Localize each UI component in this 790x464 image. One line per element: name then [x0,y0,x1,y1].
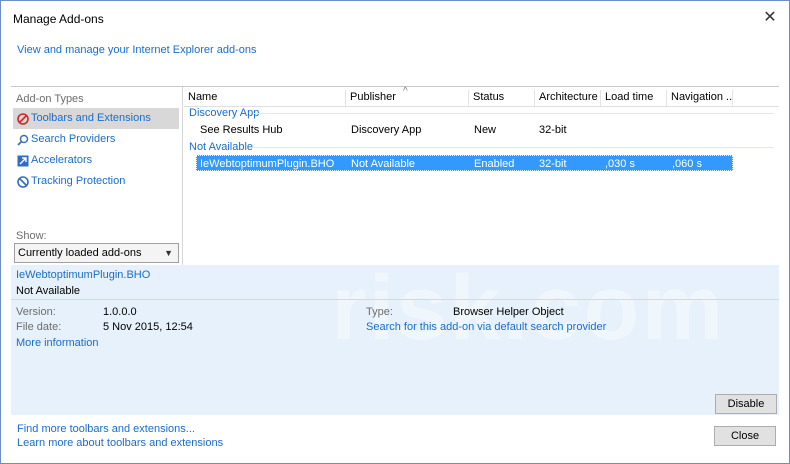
cell-architecture: 32-bit [539,158,567,170]
type-label: Toolbars and Extensions [31,112,151,124]
show-select-value: Currently loaded add-ons [18,247,142,259]
intro-link[interactable]: View and manage your Internet Explorer a… [17,44,257,56]
close-button[interactable]: Close [714,426,776,446]
group-divider [254,113,774,114]
table-row-selected[interactable]: IeWebtoptimumPlugin.BHO Not Available En… [196,155,733,171]
col-navigation[interactable]: Navigation ... [667,90,733,106]
col-load-time[interactable]: Load time [601,90,667,106]
cell-status: Enabled [474,158,515,170]
cell-publisher: Not Available [351,158,416,170]
version-label: Version: [16,306,56,318]
addon-types-list: Toolbars and Extensions Search Providers… [13,108,179,192]
col-architecture[interactable]: Architecture [535,90,601,106]
cell-name: IeWebtoptimumPlugin.BHO [200,158,335,170]
search-addon-link[interactable]: Search for this add-on via default searc… [366,321,606,333]
cell-navigation: ,060 s [672,158,702,170]
chevron-down-icon: ▼ [164,248,173,258]
type-label: Accelerators [31,154,93,166]
grid-header: Name Publisher ^ Status Architecture Loa… [184,86,779,107]
type-value: Browser Helper Object [453,306,564,318]
window-title: Manage Add-ons [13,12,104,26]
type-accelerators[interactable]: Accelerators [13,150,179,171]
cell-name: See Results Hub [200,124,283,136]
addons-grid: Name Publisher ^ Status Architecture Loa… [184,86,779,265]
group-header: Not Available [189,141,254,153]
close-icon[interactable]: ✕ [759,7,781,29]
cell-publisher: Discovery App [351,124,422,136]
search-icon [16,133,29,146]
details-publisher: Not Available [16,285,81,297]
toolbar-icon [16,112,29,125]
type-toolbars-and-extensions[interactable]: Toolbars and Extensions [13,108,179,129]
title-bar: Manage Add-ons ✕ [1,1,789,35]
cell-status: New [474,124,497,136]
find-more-link[interactable]: Find more toolbars and extensions... [17,422,223,436]
learn-more-link[interactable]: Learn more about toolbars and extensions [17,436,223,450]
type-label: Type: [366,306,393,318]
divider [11,299,779,300]
group-divider [254,147,774,148]
col-name[interactable]: Name [184,90,346,106]
file-date-value: 5 Nov 2015, 12:54 [103,321,193,333]
version-value: 1.0.0.0 [103,306,137,318]
type-search-providers[interactable]: Search Providers [13,129,179,150]
file-date-label: File date: [16,321,62,333]
type-label: Tracking Protection [31,175,126,187]
footer-links: Find more toolbars and extensions... Lea… [17,422,223,450]
details-addon-name: IeWebtoptimumPlugin.BHO [16,269,151,281]
show-label: Show: [16,230,47,242]
table-row[interactable]: See Results Hub Discovery App New 32-bit [196,122,733,138]
tracking-protection-icon [16,175,29,188]
more-information-link[interactable]: More information [16,337,99,349]
disable-button[interactable]: Disable [715,394,777,414]
accelerator-icon [16,154,29,167]
addon-types-panel: Add-on Types Toolbars and Extensions Sea… [11,87,183,265]
col-status[interactable]: Status [469,90,535,106]
manage-addons-window: Manage Add-ons ✕ View and manage your In… [0,0,790,464]
show-select[interactable]: Currently loaded add-ons ▼ [14,243,179,263]
cell-architecture: 32-bit [539,124,567,136]
group-header: Discovery App [189,107,260,119]
type-label: Search Providers [31,133,116,145]
type-tracking-protection[interactable]: Tracking Protection [13,171,179,192]
addon-types-heading: Add-on Types [16,93,84,105]
sort-caret-icon: ^ [403,86,408,97]
cell-load-time: ,030 s [605,158,635,170]
